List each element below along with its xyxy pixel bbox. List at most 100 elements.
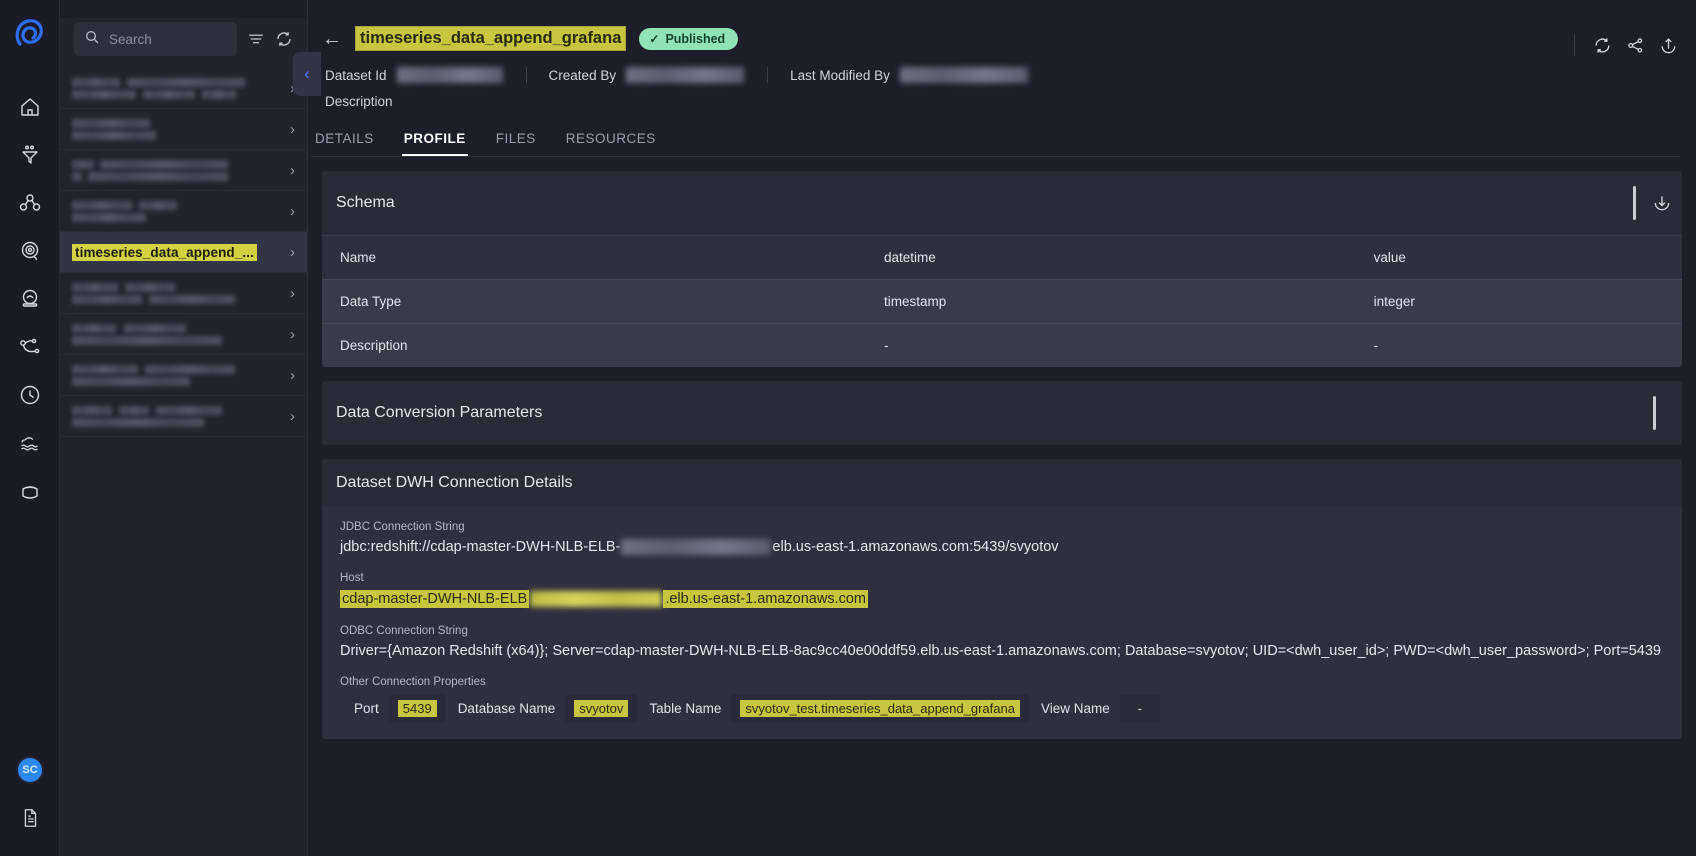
flow-graph-icon[interactable] [8,325,52,369]
prop-chip-database-name: svyotov [565,694,638,723]
host-value: cdap-master-DWH-NLB-ELB .elb.us-east-1.a… [340,590,1664,608]
redacted-value [396,67,503,83]
divider [1574,34,1575,56]
cell-data-type-label: Data Type [340,294,402,309]
meta-label: Created By [548,67,617,83]
cell-value-type: integer [1373,294,1415,309]
collapse-panel-button[interactable]: ‹ [293,52,321,96]
redacted-label [72,118,156,140]
redacted-label [72,405,222,427]
redacted-label [72,77,245,99]
header-actions [1574,34,1678,56]
column-header-value: value [1373,250,1406,265]
crystal-ball-icon[interactable] [8,277,52,321]
meta-last-modified-by: Last Modified By [767,67,1051,83]
tab-profile[interactable]: PROFILE [401,131,468,156]
other-properties-block: Other Connection Properties Port 5439 Da… [340,676,1664,723]
jdbc-block: JDBC Connection String jdbc:redshift://c… [340,521,1664,555]
filter-icon[interactable] [247,30,265,48]
host-block: Host cdap-master-DWH-NLB-ELB .elb.us-eas… [340,572,1664,608]
list-item[interactable]: › [60,396,307,437]
check-icon: ✓ [649,31,660,46]
list-item[interactable]: › [60,355,307,396]
list-item[interactable]: › [60,68,307,109]
redacted-label [72,159,228,181]
redacted-label [72,364,235,386]
vertical-scrollbar[interactable] [1633,186,1636,220]
sidebar-item-timeseries-data-append[interactable]: timeseries_data_append_... › [60,232,307,273]
target-settings-icon[interactable] [8,229,52,273]
rail-bottom-group: SC [0,756,60,844]
connection-details-title: Dataset DWH Connection Details [336,474,573,491]
redacted-value [626,67,745,83]
app-logo[interactable] [10,14,50,59]
redacted-label [72,200,177,222]
search-box[interactable] [74,22,237,56]
jdbc-prefix: jdbc:redshift://cdap-master-DWH-NLB-ELB- [340,539,621,555]
cell-datetime-description: - [884,338,889,353]
connection-details-header: Dataset DWH Connection Details [322,459,1682,507]
tab-bar: DETAILS PROFILE FILES RESOURCES [311,131,1680,157]
meta-created-by: Created By [525,67,768,83]
back-arrow-icon[interactable]: ← [322,29,342,49]
prop-label-database-name: Database Name [457,701,556,716]
schema-table: Name datetime value Data Type timestamp … [322,235,1682,367]
host-suffix: .elb.us-east-1.amazonaws.com [663,590,868,608]
data-lake-icon[interactable] [8,421,52,465]
chevron-right-icon: › [290,202,295,220]
download-icon[interactable] [1652,193,1672,213]
list-item[interactable]: › [60,273,307,314]
search-row [60,18,307,68]
redacted-segment [621,539,772,555]
jdbc-suffix: elb.us-east-1.amazonaws.com:5439/svyotov [772,539,1059,555]
tab-details[interactable]: DETAILS [313,131,376,156]
schema-title: Schema [336,194,395,211]
sync-icon[interactable] [1593,36,1612,55]
share-icon[interactable] [1626,36,1645,55]
description-label: Description [325,94,393,109]
title-row: ← timeseries_data_append_grafana ✓ Publi… [322,26,1676,51]
publish-icon[interactable] [1659,36,1678,55]
meta-label: Last Modified By [790,67,890,83]
tab-resources[interactable]: RESOURCES [564,131,658,156]
data-conversion-title: Data Conversion Parameters [336,404,543,421]
schema-card: Schema Name datetime value Data Type tim… [322,171,1682,367]
schema-tools [1633,186,1682,220]
bag-icon[interactable] [8,469,52,513]
prop-value-database-name: svyotov [574,700,629,717]
home-icon[interactable] [8,85,52,129]
list-item[interactable]: › [60,150,307,191]
nodes-icon[interactable] [8,181,52,225]
search-input[interactable] [109,31,227,47]
connection-details-body: JDBC Connection String jdbc:redshift://c… [322,507,1682,739]
cell-datetime-type: timestamp [884,294,947,309]
odbc-block: ODBC Connection String Driver={Amazon Re… [340,625,1664,659]
list-item[interactable]: › [60,314,307,355]
chevron-right-icon: › [290,161,295,179]
vertical-scrollbar[interactable] [1653,396,1656,430]
dataset-list: › › › › timeseries_data_append_... [60,68,307,437]
other-properties-row: Port 5439 Database Name svyotov Table Na… [340,694,1664,723]
refresh-icon[interactable] [275,30,293,48]
funnel-icon[interactable] [8,133,52,177]
prop-label-port: Port [354,701,379,716]
metadata-row: Dataset Id Created By Last Modified By [325,67,1676,83]
list-item-label: timeseries_data_append_... [72,243,257,261]
list-item[interactable]: › [60,109,307,150]
table-header-row: Name datetime value [322,235,1682,280]
search-icon [84,29,100,50]
tab-files[interactable]: FILES [494,131,538,156]
document-icon[interactable] [8,796,52,840]
chevron-right-icon: › [290,243,295,261]
clock-icon[interactable] [8,373,52,417]
chevron-right-icon: › [290,407,295,425]
chevron-right-icon: › [290,120,295,138]
chevron-left-icon: ‹ [304,64,310,83]
list-item[interactable]: › [60,191,307,232]
data-conversion-tools [1653,396,1682,430]
prop-chip-port: 5439 [388,694,446,723]
prop-value-table-name: svyotov_test.timeseries_data_append_graf… [740,700,1020,717]
avatar[interactable]: SC [16,756,44,784]
main-content: ← timeseries_data_append_grafana ✓ Publi… [308,0,1696,856]
redacted-label [72,323,222,345]
